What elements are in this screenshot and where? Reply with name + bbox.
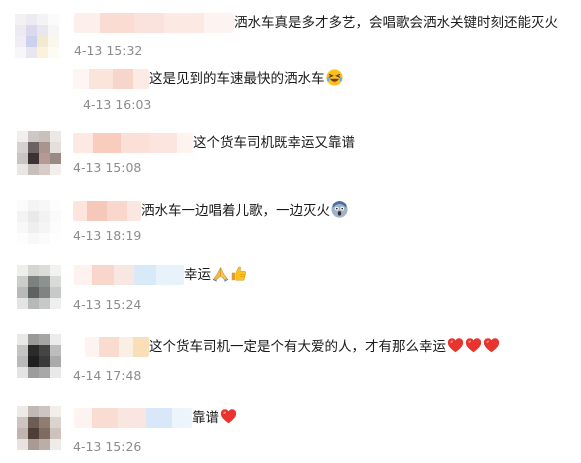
comment-text-content: 靠谱 xyxy=(192,410,219,426)
comment-timestamp: 4-13 15:24 xyxy=(73,297,142,312)
username-blurred[interactable] xyxy=(73,201,141,221)
comment-timestamp: 4-13 15:32 xyxy=(74,43,143,58)
red-heart-emoji xyxy=(447,337,464,354)
comment-timestamp: 4-14 17:48 xyxy=(73,368,142,383)
username-blurred[interactable] xyxy=(73,133,193,153)
folded-hands-emoji xyxy=(212,265,229,282)
username-blurred[interactable] xyxy=(73,69,149,89)
comment-text: 幸运 xyxy=(184,265,247,285)
avatar-blurred[interactable] xyxy=(17,200,61,244)
red-heart-emoji xyxy=(220,408,237,425)
comment-text-content: 这是见到的车速最快的洒水车 xyxy=(149,71,325,87)
username-blurred[interactable] xyxy=(74,408,192,428)
comment-item: 幸运 4-13 15:24 xyxy=(0,254,581,320)
comment-text-content: 洒水车一边唱着儿歌，一边灭火 xyxy=(141,203,330,219)
comment-timestamp: 4-13 15:08 xyxy=(73,160,142,175)
comment-item: 这是见到的车速最快的洒水车 4-13 16:03 xyxy=(0,60,581,120)
comment-item: 靠谱 4-13 15:26 xyxy=(0,390,581,463)
username-blurred[interactable] xyxy=(74,13,234,33)
comment-text: 洒水车真是多才多艺，会唱歌会洒水关键时刻还能灭火 xyxy=(234,15,558,31)
comment-timestamp: 4-13 15:26 xyxy=(73,439,142,454)
avatar-blurred[interactable] xyxy=(17,265,61,309)
avatar-blurred[interactable] xyxy=(17,406,61,450)
comment-item: 这个货车司机一定是个有大爱的人，才有那么幸运 4-14 17:48 xyxy=(0,320,581,390)
comment-text: 这是见到的车速最快的洒水车 xyxy=(149,69,343,89)
thumbs-up-emoji xyxy=(230,265,247,282)
comment-text: 靠谱 xyxy=(192,408,237,428)
comment-text-content: 幸运 xyxy=(184,267,211,283)
username-blurred[interactable] xyxy=(74,265,184,285)
shocked-face-emoji xyxy=(331,201,348,218)
comment-timestamp: 4-13 16:03 xyxy=(83,97,152,112)
username-blurred[interactable] xyxy=(85,337,149,357)
avatar-blurred[interactable] xyxy=(17,334,61,378)
laughing-tears-emoji xyxy=(325,69,343,86)
comment-item: 洒水车一边唱着儿歌，一边灭火 4-13 18:19 xyxy=(0,188,581,254)
comment-timestamp: 4-13 18:19 xyxy=(73,228,142,243)
comment-item: 这个货车司机既幸运又靠谱 4-13 15:08 xyxy=(0,120,581,188)
comment-text: 洒水车一边唱着儿歌，一边灭火 xyxy=(141,201,348,221)
comment-text: 这个货车司机既幸运又靠谱 xyxy=(193,135,355,151)
red-heart-emoji xyxy=(483,337,500,354)
red-heart-emoji xyxy=(465,337,482,354)
comment-item: 洒水车真是多才多艺，会唱歌会洒水关键时刻还能灭火 4-13 15:32 xyxy=(0,0,581,60)
comment-text: 这个货车司机一定是个有大爱的人，才有那么幸运 xyxy=(149,337,500,357)
avatar-blurred[interactable] xyxy=(17,131,61,175)
avatar-blurred[interactable] xyxy=(15,14,59,58)
comment-text-content: 这个货车司机一定是个有大爱的人，才有那么幸运 xyxy=(149,339,446,355)
comment-list: { "comments": [ { "text": "洒水车真是多才多艺，会唱歌… xyxy=(0,0,581,463)
